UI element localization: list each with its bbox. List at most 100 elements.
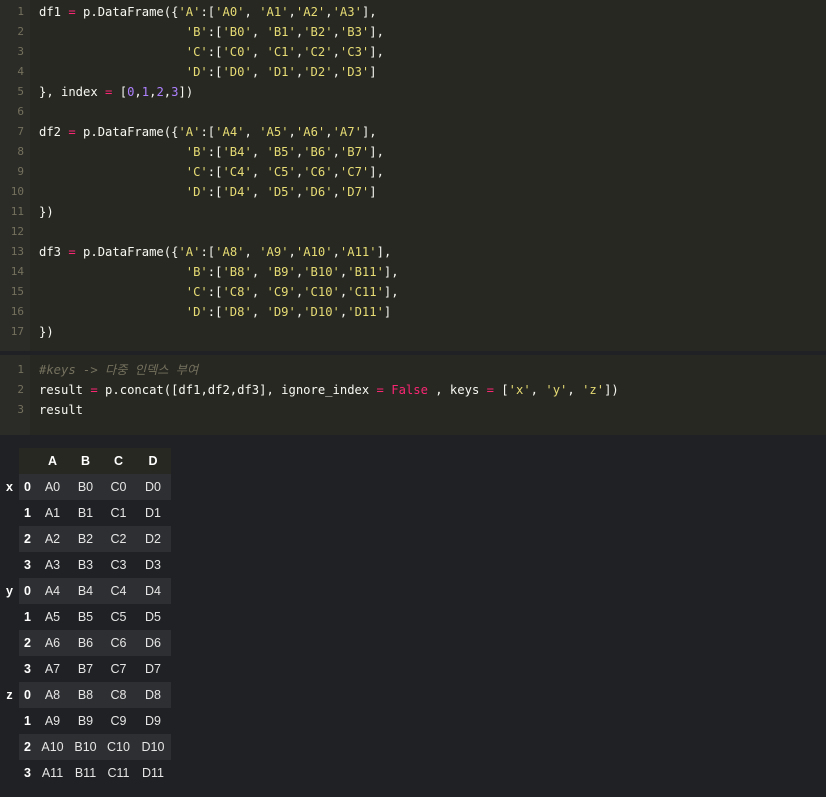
line-number: 8 (17, 145, 24, 158)
column-header: C (102, 448, 135, 474)
code-token: , (567, 383, 583, 397)
code-token: 'C3' (339, 45, 370, 59)
code-line[interactable]: 1 df1 = p.DataFrame({'A':['A0', 'A1','A2'… (0, 2, 826, 22)
table-cell: B3 (69, 552, 102, 578)
code-line[interactable]: 5}, index = [0,1,2,3]) (0, 82, 826, 102)
index-number: 0 (19, 682, 36, 708)
table-row: 3 A7 B7 C7 D7 (0, 656, 171, 682)
index-key (0, 526, 19, 552)
index-key (0, 708, 19, 734)
code-line[interactable]: 10 'D':['D4', 'D5','D6','D7'] (0, 182, 826, 202)
code-token: , (251, 25, 267, 39)
code-token: = (68, 5, 76, 19)
code-line[interactable]: 1 #keys -> 다중 인덱스 부여 (0, 360, 826, 380)
table-cell: D11 (135, 760, 171, 786)
table-cell: D9 (135, 708, 171, 734)
table-cell: D0 (135, 474, 171, 500)
code-token: 'A7' (332, 125, 362, 139)
line-number: 12 (10, 225, 24, 238)
code-line[interactable]: 7 df2 = p.DataFrame({'A':['A4', 'A5','A6'… (0, 122, 826, 142)
code-line[interactable]: 9 'C':['C4', 'C5','C6','C7'], (0, 162, 826, 182)
table-row: y 0 A4 B4 C4 D4 (0, 578, 171, 604)
code-token: :[ (200, 125, 216, 139)
code-token: 'D3' (339, 65, 370, 79)
code-token: 'B' (185, 25, 208, 39)
code-token: 'C8' (222, 285, 252, 299)
index-number: 1 (19, 500, 36, 526)
table-row: 2 A10 B10 C10 D10 (0, 734, 171, 760)
index-key (0, 734, 19, 760)
code-token: 'B4' (222, 145, 252, 159)
table-cell: A1 (36, 500, 69, 526)
code-token: = (68, 245, 76, 259)
code-token: :[ (207, 65, 223, 79)
code-token: 'B7' (339, 145, 370, 159)
line-number: 6 (17, 105, 24, 118)
code-text: df3 = p.DataFrame({'A':['A8', 'A9','A10'… (39, 242, 391, 262)
code-token: p.concat([df1,df2,df3], ignore_index (97, 383, 377, 397)
table-cell: A8 (36, 682, 69, 708)
code-text: 'B':['B0', 'B1','B2','B3'], (39, 22, 384, 42)
code-line[interactable]: 17}) (0, 322, 826, 342)
index-key: y (0, 578, 19, 604)
code-token: 'C4' (222, 165, 252, 179)
code-line[interactable]: 2 result = p.concat([df1,df2,df3], ignore… (0, 380, 826, 400)
table-cell: C4 (102, 578, 135, 604)
code-cell-2[interactable]: 1 #keys -> 다중 인덱스 부여 2 result = p.concat([d… (0, 355, 826, 435)
code-line[interactable]: 8 'B':['B4', 'B5','B6','B7'], (0, 142, 826, 162)
code-token: 'C' (185, 285, 208, 299)
code-token: 'C0' (222, 45, 252, 59)
table-cell: A9 (36, 708, 69, 734)
line-number: 15 (10, 285, 24, 298)
code-token: ] (369, 65, 377, 79)
code-cell-1[interactable]: 1 df1 = p.DataFrame({'A':['A0', 'A1','A2'… (0, 0, 826, 351)
code-token: ], (369, 165, 384, 179)
code-token: 'D8' (222, 305, 252, 319)
code-token: result (39, 403, 84, 417)
table-cell: D10 (135, 734, 171, 760)
table-cell: A6 (36, 630, 69, 656)
code-editor[interactable]: 1 #keys -> 다중 인덱스 부여 2 result = p.concat([d… (0, 360, 826, 420)
code-text: result (39, 400, 83, 420)
table-cell: D5 (135, 604, 171, 630)
code-line[interactable]: 6 (0, 102, 826, 122)
code-line[interactable]: 13 df3 = p.DataFrame({'A':['A8', 'A9','A1… (0, 242, 826, 262)
code-line[interactable]: 11}) (0, 202, 826, 222)
code-line[interactable]: 14 'B':['B8', 'B9','B10','B11'], (0, 262, 826, 282)
code-token: 'y' (545, 383, 568, 397)
code-token: [ (112, 85, 128, 99)
code-token: :[ (207, 305, 223, 319)
code-line[interactable]: 3 result (0, 400, 826, 420)
index-key (0, 604, 19, 630)
table-cell: C10 (102, 734, 135, 760)
index-number: 2 (19, 526, 36, 552)
code-line[interactable]: 15 'C':['C8', 'C9','C10','C11'], (0, 282, 826, 302)
line-number: 10 (10, 185, 24, 198)
code-text: result = p.concat([df1,df2,df3], ignore_… (39, 380, 619, 400)
table-cell: D4 (135, 578, 171, 604)
code-token: 'C9' (266, 285, 296, 299)
code-token: 'B3' (339, 25, 370, 39)
code-token: , (325, 125, 333, 139)
code-token: 'C6' (303, 165, 333, 179)
code-line[interactable]: 16 'D':['D8', 'D9','D10','D11'] (0, 302, 826, 322)
code-token: 'A' (178, 245, 201, 259)
code-token: 'A3' (332, 5, 362, 19)
cell-output: A B C D x 0 A0 B0 C0 D0 1 A1 B1 C1 D1 2 A2 B2 C2 D2 3 A3 B… (0, 448, 826, 786)
code-token: :[ (200, 245, 216, 259)
code-line[interactable]: 3 'C':['C0', 'C1','C2','C3'], (0, 42, 826, 62)
code-line[interactable]: 2 'B':['B0', 'B1','B2','B3'], (0, 22, 826, 42)
index-number: 0 (19, 474, 36, 500)
code-token: :[ (200, 5, 216, 19)
column-header: D (135, 448, 171, 474)
code-token: p.DataFrame({ (75, 245, 179, 259)
table-cell: C7 (102, 656, 135, 682)
code-token: , (325, 5, 333, 19)
table-row: 3 A3 B3 C3 D3 (0, 552, 171, 578)
code-editor[interactable]: 1 df1 = p.DataFrame({'A':['A0', 'A1','A2'… (0, 2, 826, 342)
code-token: }, index (39, 85, 106, 99)
code-line[interactable]: 4 'D':['D0', 'D1','D2','D3'] (0, 62, 826, 82)
code-line[interactable]: 12 (0, 222, 826, 242)
line-number: 2 (17, 383, 24, 396)
